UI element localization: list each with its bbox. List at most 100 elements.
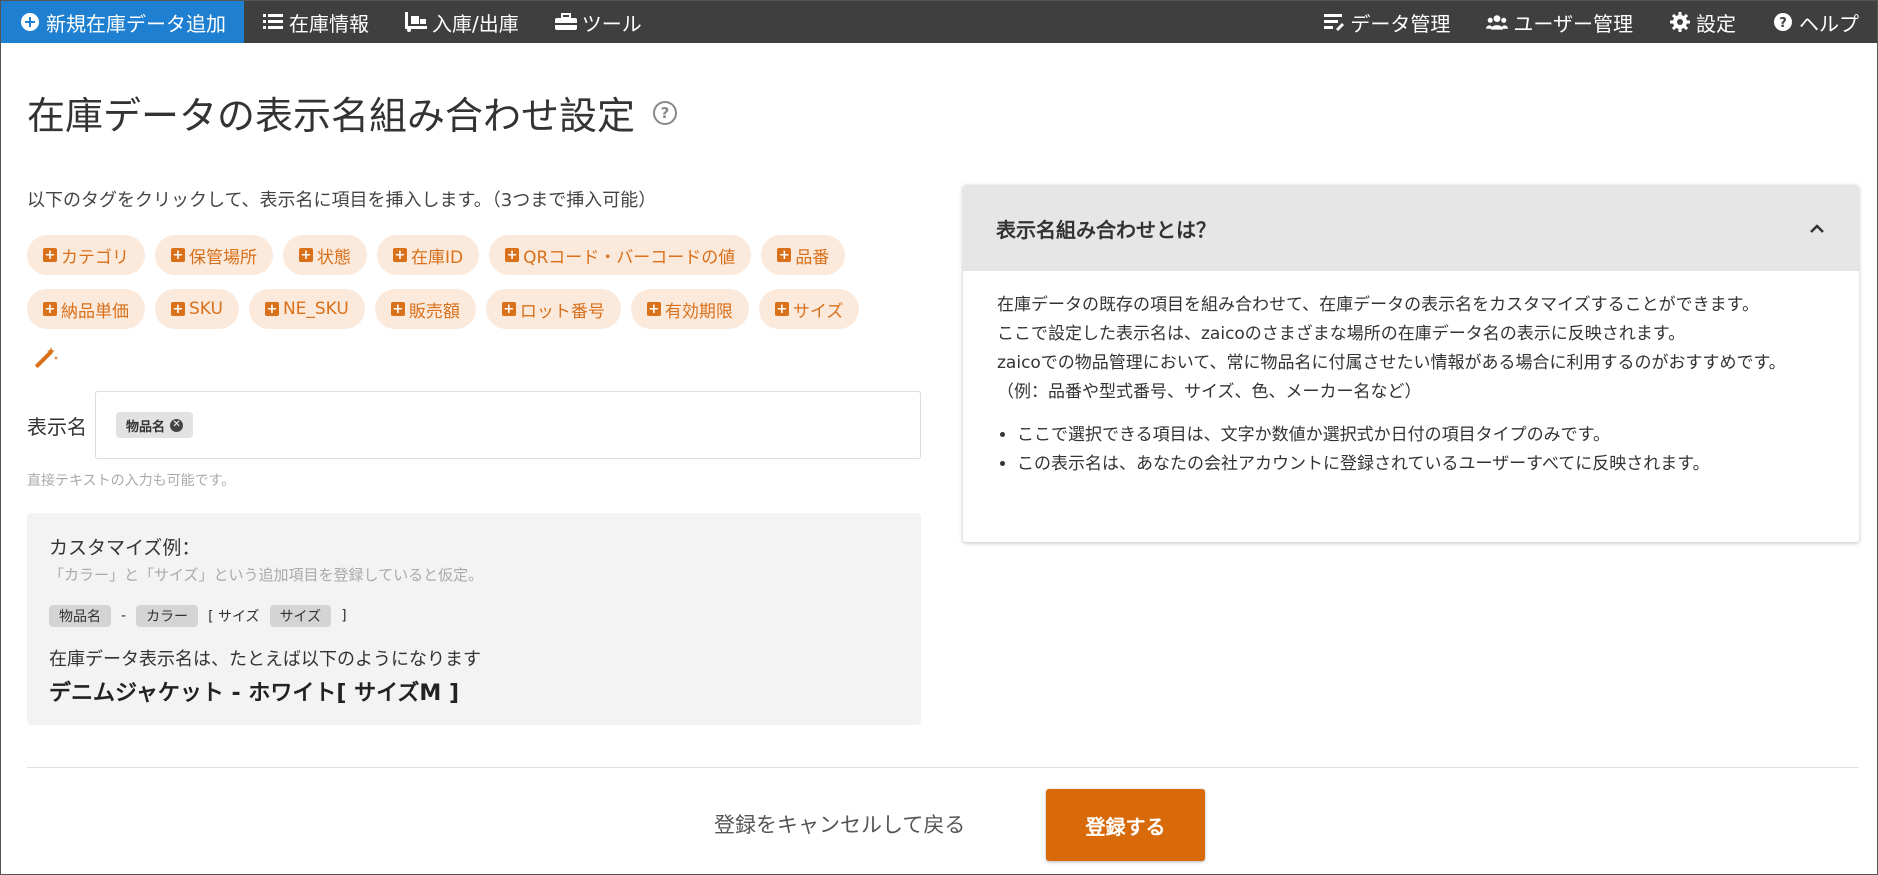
nav-tools[interactable]: ツール	[537, 1, 660, 43]
tag-label: 保管場所	[189, 247, 257, 268]
nav-data-management[interactable]: データ管理	[1305, 1, 1468, 43]
nav-settings[interactable]: 設定	[1651, 1, 1754, 43]
tag-label: SKU	[189, 299, 223, 319]
display-name-chip[interactable]: 物品名 ✕	[116, 412, 194, 438]
nav-settings-label: 設定	[1696, 11, 1736, 36]
tag-area: + カテゴリ + 保管場所 + 状態 + 在庫ID + QRコード・バーコードの値 + 品番…	[27, 235, 927, 343]
page-title-text: 在庫データの表示名組み合わせ設定	[27, 94, 636, 138]
tag-part-number[interactable]: + 品番	[761, 235, 846, 275]
plus-icon: +	[43, 301, 57, 317]
info-bullets: ここで選択できる項目は、文字か数値か選択式か日付の項目タイプのみです。 この表示…	[997, 421, 1825, 479]
display-name-label: 表示名	[27, 415, 87, 439]
display-name-hint: 直接テキストの入力も可能です。	[27, 473, 236, 489]
toolbox-icon	[554, 11, 577, 33]
plus-circle-icon	[19, 11, 41, 33]
plus-icon: +	[501, 301, 516, 317]
tag-state[interactable]: + 状態	[283, 235, 367, 275]
submit-button[interactable]: 登録する	[1046, 789, 1205, 861]
tag-sku[interactable]: + SKU	[155, 289, 239, 329]
magic-wand-icon[interactable]	[31, 345, 59, 373]
example-chips: 物品名 - カラー [ サイズ サイズ ]	[49, 605, 899, 627]
plus-icon: +	[171, 301, 185, 317]
nav-right: データ管理 ユーザー管理 設定 ? ヘルプ	[1305, 1, 1877, 43]
nav-data-management-label: データ管理	[1350, 11, 1451, 36]
tag-category[interactable]: + カテゴリ	[27, 235, 145, 275]
plus-icon: +	[777, 247, 792, 263]
gear-icon	[1669, 11, 1691, 33]
tag-label: ロット番号	[519, 301, 605, 322]
tag-label: 販売額	[408, 301, 460, 322]
tag-instruction: 以下のタグをクリックして、表示名に項目を挿入します。（3つまで挿入可能）	[27, 190, 657, 211]
info-panel-body: 在庫データの既存の項目を組み合わせて、在庫データの表示名をカスタマイズすることが…	[963, 271, 1859, 499]
info-paragraph-1: 在庫データの既存の項目を組み合わせて、在庫データの表示名をカスタマイズすることが…	[997, 295, 1759, 315]
list-icon	[262, 11, 284, 33]
tag-location[interactable]: + 保管場所	[155, 235, 273, 275]
customize-example-box: カスタマイズ例： 「カラー」と「サイズ」という追加項目を登録していると仮定。 物…	[27, 513, 921, 725]
tag-label: 状態	[317, 247, 351, 268]
dolly-icon	[405, 11, 427, 33]
nav-tools-label: ツール	[581, 11, 642, 36]
info-panel-header[interactable]: 表示名組み合わせとは？	[963, 185, 1859, 271]
nav-in-out[interactable]: 入庫/出庫	[387, 1, 537, 43]
tag-lot-number[interactable]: + ロット番号	[485, 289, 621, 329]
help-circle-icon[interactable]: ?	[653, 100, 678, 125]
example-title: カスタマイズ例：	[49, 537, 201, 559]
plus-icon: +	[646, 301, 661, 317]
tag-row-2: + 納品単価 + SKU + NE_SKU + 販売額 + ロット番号 + 有効期限 + サイ…	[27, 289, 927, 329]
tag-row-1: + カテゴリ + 保管場所 + 状態 + 在庫ID + QRコード・バーコードの値 + 品番	[27, 235, 927, 275]
question-icon: ?	[1772, 11, 1794, 33]
svg-text:?: ?	[1779, 16, 1787, 31]
page-title: 在庫データの表示名組み合わせ設定 ?	[27, 85, 678, 140]
tag-unit-price[interactable]: + 納品単価	[27, 289, 145, 329]
top-navigation: 新規在庫データ追加 在庫情報 入庫/出庫 ツール データ管理 ユーザー管理 設定…	[1, 1, 1877, 43]
plus-icon: +	[390, 301, 405, 317]
tag-sales-price[interactable]: + 販売額	[374, 289, 476, 329]
plus-icon: +	[299, 247, 313, 263]
tag-label: カテゴリ	[61, 247, 129, 268]
example-result-label: 在庫データ表示名は、たとえば以下のようになります	[49, 649, 481, 670]
info-panel-title: 表示名組み合わせとは？	[996, 217, 1216, 242]
tag-label: NE_SKU	[282, 299, 349, 319]
tag-size[interactable]: + サイズ	[758, 289, 860, 329]
display-name-input[interactable]: 物品名 ✕	[95, 391, 921, 459]
remove-chip-icon[interactable]: ✕	[170, 418, 184, 432]
nav-user-management-label: ユーザー管理	[1513, 11, 1633, 36]
chevron-up-icon[interactable]	[1808, 219, 1826, 237]
plus-icon: +	[264, 301, 279, 317]
example-bracket-open: [ サイズ	[208, 609, 260, 625]
tag-label: QRコード・バーコードの値	[523, 247, 736, 268]
plus-icon: +	[774, 301, 789, 317]
nav-help-label: ヘルプ	[1799, 11, 1859, 36]
nav-inventory[interactable]: 在庫情報	[244, 1, 387, 43]
chip-label: 物品名	[126, 419, 166, 435]
footer-divider	[27, 767, 1859, 768]
plus-icon: +	[505, 247, 520, 263]
tag-label: 有効期限	[664, 301, 733, 322]
tag-label: 品番	[795, 247, 830, 268]
data-icon	[1323, 11, 1345, 33]
info-paragraph-2: ここで設定した表示名は、zaicoのさまざまな場所の在庫データ名の表示に反映され…	[997, 324, 1686, 344]
info-bullet: ここで選択できる項目は、文字か数値か選択式か日付の項目タイプのみです。	[1017, 421, 1825, 450]
cancel-link[interactable]: 登録をキャンセルして戻る	[714, 809, 965, 839]
tag-inventory-id[interactable]: + 在庫ID	[377, 235, 480, 275]
example-chip-size: サイズ	[269, 605, 332, 627]
nav-user-management[interactable]: ユーザー管理	[1468, 1, 1651, 43]
example-bracket-close: ]	[341, 608, 347, 624]
nav-help[interactable]: ? ヘルプ	[1754, 1, 1877, 43]
tag-label: サイズ	[792, 301, 844, 322]
info-panel: 表示名組み合わせとは？ 在庫データの既存の項目を組み合わせて、在庫データの表示名…	[963, 185, 1859, 542]
tag-ne-sku[interactable]: + NE_SKU	[248, 289, 365, 329]
nav-new-item[interactable]: 新規在庫データ追加	[1, 1, 244, 43]
tag-label: 在庫ID	[411, 247, 464, 268]
tag-expiry[interactable]: + 有効期限	[630, 289, 749, 329]
plus-icon: +	[43, 247, 57, 263]
example-separator: -	[121, 608, 127, 624]
example-result: デニムジャケット - ホワイト[ サイズM ]	[49, 681, 460, 706]
nav-new-item-label: 新規在庫データ追加	[46, 11, 226, 36]
plus-icon: +	[171, 247, 185, 263]
example-subtitle: 「カラー」と「サイズ」という追加項目を登録していると仮定。	[49, 566, 484, 584]
users-icon	[1486, 11, 1509, 33]
tag-qr-barcode[interactable]: + QRコード・バーコードの値	[489, 235, 752, 275]
nav-inventory-label: 在庫情報	[289, 11, 369, 36]
info-bullet: この表示名は、あなたの会社アカウントに登録されているユーザーすべてに反映されます…	[1017, 450, 1825, 479]
